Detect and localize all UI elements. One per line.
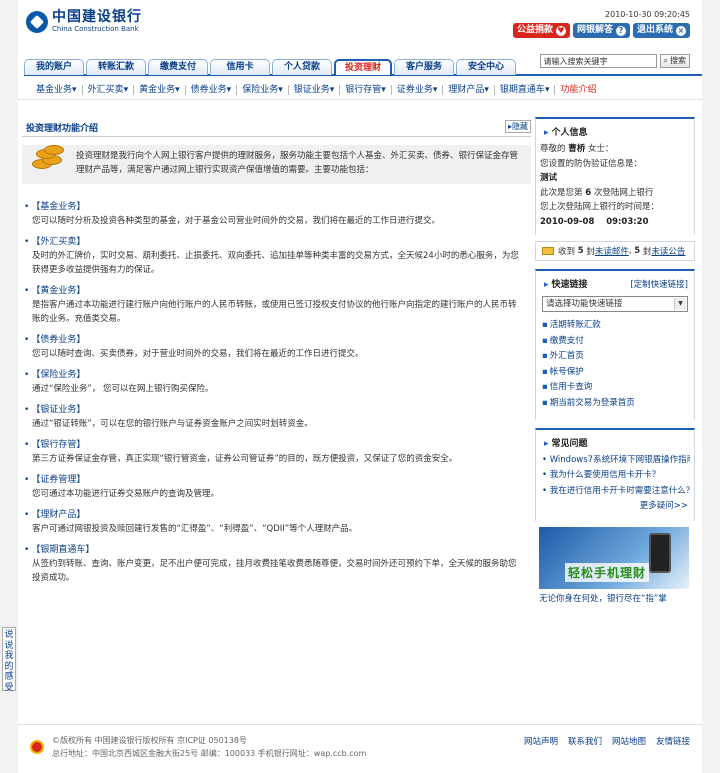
subnav-securities[interactable]: 证券业务▾ [392,84,444,95]
quick-link-select[interactable]: 请选择功能快速链接 ▼ [542,296,688,312]
main-content: 投资理财功能介绍 ▸隐藏 投资理财是我行向个人网上银行客户提供的理财服务，服务功… [22,117,531,592]
quick-links-box: ▸ 快速链接 [定制快速链接] 请选择功能快速链接 ▼ ▪ 活期转账汇款 ▪ 缴费支付… [535,269,695,420]
feature-futures: • 【银期直通车】 从签约到转账、查询、账户变更，足不出户便可完成，挂月收费挂笔收… [24,545,517,583]
personal-info: 尊敬的 曹桥 女士： 您设置的防伪验证信息是： 测试 此次是您第 6 次登陆网上… [540,144,660,227]
personal-info-box: ▸ 个人信息 尊敬的 曹桥 女士： 您设置的防伪验证信息是： 测试 此次是您第 6… [535,117,695,235]
feature-forex: • 【外汇买卖】 及时的外汇牌价，实时交易、葫利委托、止损委托、双向委托、追加挂单… [24,237,519,275]
copyright: ©版权所有 中国建设银行版权所有 京ICP证 050138号 [52,736,247,745]
header: 中国建设银行 China Construction Bank 2010-10-3… [18,0,702,78]
subnav-function-intro[interactable]: 功能介绍 [555,85,601,95]
tab-credit-card[interactable]: 信用卡 [210,59,270,75]
page-title: 投资理财功能介绍 [26,124,99,134]
feature-bond: • 【债券业务】 您可以随时查询、买卖债券，对于营业时间外的交易，我们将在最近的工… [24,335,364,359]
page: 中国建设银行 China Construction Bank 2010-10-3… [18,0,702,773]
feature-gold: • 【黄金业务】 是指客户通过本功能进行建行账户向他行账户的人民币转账，或使用已签… [24,286,517,324]
question-icon: ? [615,25,626,36]
login-count: 6 [585,187,592,198]
main-header: 投资理财功能介绍 ▸隐藏 [22,117,531,137]
subnav-insurance[interactable]: 保险业务▾ [237,84,289,95]
personal-info-title: 个人信息 [551,128,588,138]
unread-notice-link[interactable]: 未读公告 [651,245,685,257]
banner-slogan: 轻松手机理财 [565,563,650,583]
tab-transfer[interactable]: 转账汇款 [86,59,146,75]
heart-icon: ♥ [555,25,566,36]
feature-custody: • 【银行存管】 第三方证券保证金存管，真正实现“银行管资金，证券公司管证券”的目… [24,440,458,464]
logout-button[interactable]: 退出系统 × [632,23,690,38]
faq-item[interactable]: • Windows7系统环境下网银盾操作指南 [542,453,690,469]
coins-icon [30,137,66,173]
banner-caption[interactable]: 无论你身在何处，银行尽在“指”掌 [535,589,695,604]
feature-fund: • 【基金业务】 您可以随时分析及投资各种类型的基金，对于基金公司营业时间外的交易… [24,202,441,226]
customize-quick-links[interactable]: [定制快速链接] [630,278,688,290]
feature-list: • 【基金业务】 您可以随时分析及投资各种类型的基金，对于基金公司营业时间外的交易… [22,200,531,585]
faq-more-link[interactable]: 更多疑问>> [542,499,690,513]
main-nav: 我的账户 转账汇款 缴费支付 信用卡 个人贷款 投资理财 客户服务 安全中心 [24,59,702,76]
help-button[interactable]: 网银解答 ? [572,23,630,38]
tab-personal-loan[interactable]: 个人贷款 [272,59,332,75]
bank-name-en: China Construction Bank [52,25,139,33]
feature-wealth-products: • 【理财产品】 客户可通过网银投资及赎回建行发售的“汇得盈”、“利得盈”、“QD… [24,510,358,534]
footer: ©版权所有 中国建设银行版权所有 京ICP证 050138号 总行地址：中国北京… [18,724,702,773]
envelope-icon [542,247,554,255]
subnav-custody[interactable]: 银行存管▾ [340,84,392,95]
bank-logo[interactable]: 中国建设银行 China Construction Bank [26,10,142,34]
donate-button[interactable]: 公益捐款 ♥ [512,23,570,38]
sidebar: ▸ 个人信息 尊敬的 曹桥 女士： 您设置的防伪验证信息是： 测试 此次是您第 6… [535,117,695,604]
subnav-wealth-products[interactable]: 理财产品▾ [443,84,495,95]
unread-mail-link[interactable]: 未读邮件 [595,245,629,257]
verify-info: 测试 [540,173,558,183]
faq-item[interactable]: • 我为什么要使用信用卡开卡？ [542,468,690,484]
last-login-time: 2010-09-08 09:03:20 [540,216,649,227]
tab-customer-service[interactable]: 客户服务 [394,59,454,75]
footer-link-statement[interactable]: 网站声明 [524,735,558,747]
tab-payment[interactable]: 缴费支付 [148,59,208,75]
subnav-bond[interactable]: 债券业务▾ [186,84,238,95]
footer-link-friends[interactable]: 友情链接 [656,735,690,747]
quick-link-item[interactable]: ▪ 帐号保护 [542,365,694,381]
quick-link-item[interactable]: ▪ 活期转账汇款 [542,318,694,334]
bank-name-cn: 中国建设银行 [52,9,142,25]
subnav-gold[interactable]: 黄金业务▾ [134,84,186,95]
ccb-logo-icon [26,11,48,33]
footer-link-sitemap[interactable]: 网站地图 [612,735,646,747]
user-name: 曹桥 [568,144,586,154]
tab-my-account[interactable]: 我的账户 [24,59,84,75]
arrow-icon: ▸ [544,280,549,290]
subnav-bank-securities[interactable]: 银证业务▾ [289,84,341,95]
tab-security-center[interactable]: 安全中心 [456,59,516,75]
address: 总行地址：中国北京西城区金融大街25号 邮编：100033 手机银行网址：wap… [52,749,367,758]
mail-notice: 收到 5 封未读邮件, 5 封未读公告 [535,241,695,261]
datetime: 2010-10-30 09:20:45 [605,10,690,19]
feedback-tab[interactable]: 说说我的感受 [2,627,16,693]
subnav-fund[interactable]: 基金业务▾ [28,84,83,95]
quick-link-item[interactable]: ▪ 期当前交易为登录首页 [542,396,694,412]
arrow-icon: ▸ [544,128,549,138]
footer-link-contact[interactable]: 联系我们 [568,735,602,747]
phone-icon [649,533,671,574]
tab-investment[interactable]: 投资理财 [334,59,392,75]
quick-link-item[interactable]: ▪ 外汇首页 [542,349,694,365]
chevron-down-icon: ▼ [674,298,686,310]
top-buttons: 公益捐款 ♥ 网银解答 ? 退出系统 × [512,23,690,38]
intro-box: 投资理财是我行向个人网上银行客户提供的理财服务，服务功能主要包括个人基金、外汇买… [22,145,531,184]
feature-insurance: • 【保险业务】 通过“保险业务”， 您可以在网上银行购买保险。 [24,370,214,394]
subnav-futures[interactable]: 银期直通车▾ [495,84,556,95]
subnav-forex[interactable]: 外汇买卖▾ [83,84,135,95]
faq-box: ▸ 常见问题 • Windows7系统环境下网银盾操作指南 • 我为什么要使用信用… [535,427,695,522]
sub-nav: 基金业务▾ 外汇买卖▾ 黄金业务▾ 债券业务▾ 保险业务▾ 银证业务▾ 银行存管… [18,80,702,100]
emblem-icon [30,740,44,754]
arrow-icon: ▸ [544,438,549,449]
feature-bank-securities: • 【银证业务】 通过“银证转账”，可以在您的银行账户与证券资金账户之间实时划转资… [24,405,313,429]
close-icon: × [676,25,686,36]
quick-link-item[interactable]: ▪ 缴费支付 [542,334,694,350]
feature-securities-mgmt: • 【证券管理】 您可通过本功能进行证券交易账户的查询及管理。 [24,475,220,499]
intro-text: 投资理财是我行向个人网上银行客户提供的理财服务，服务功能主要包括个人基金、外汇买… [76,151,519,175]
mobile-banking-banner[interactable]: 轻松手机理财 [539,527,689,590]
hide-button[interactable]: ▸隐藏 [504,120,531,133]
faq-item[interactable]: • 我在进行信用卡开卡时需要注意什么？ [542,484,690,500]
quick-link-item[interactable]: ▪ 信用卡查询 [542,380,694,396]
